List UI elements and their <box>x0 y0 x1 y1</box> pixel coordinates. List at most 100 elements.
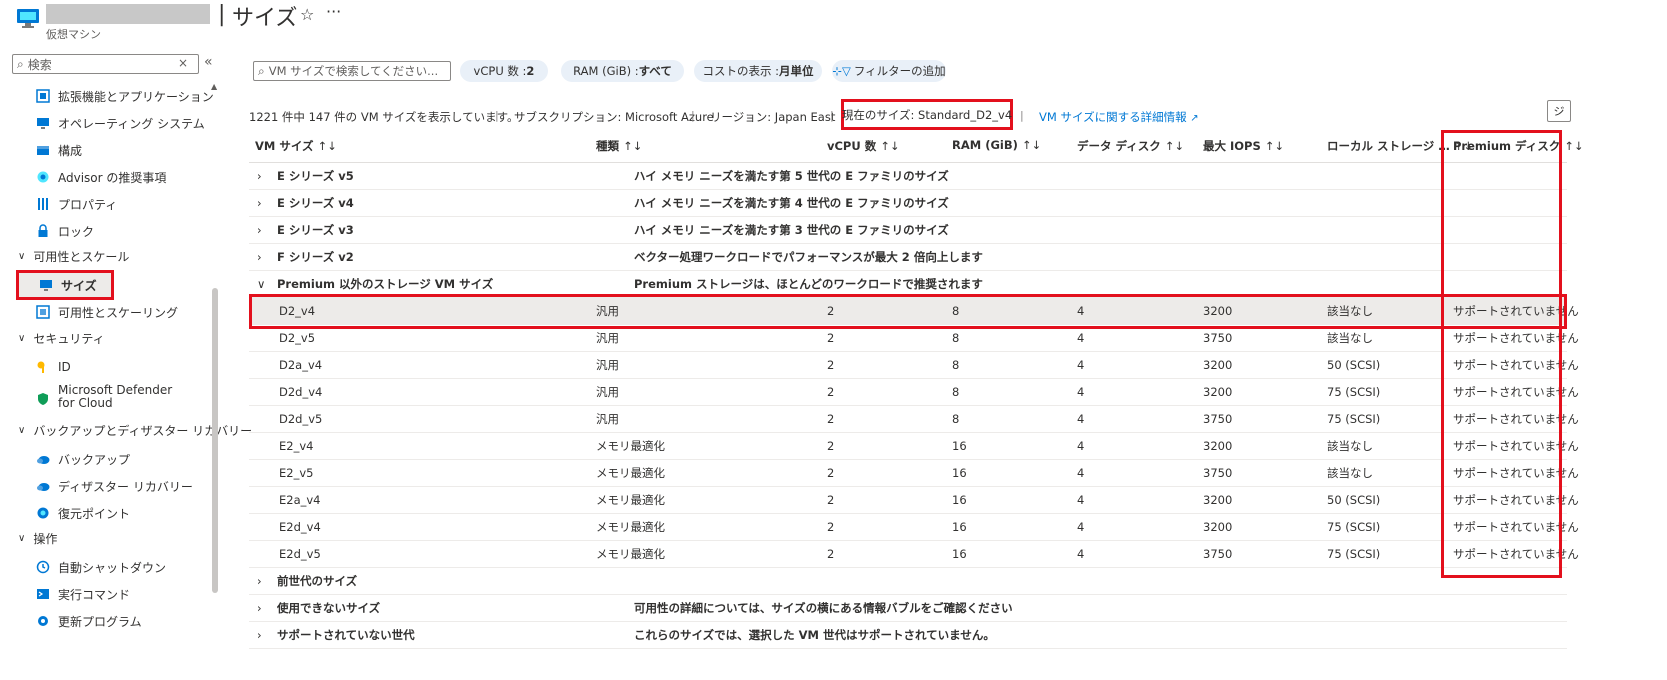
sidebar-item-identity[interactable]: ID <box>36 355 71 379</box>
table-row[interactable]: D2a_v4 汎用 2 8 4 3200 50 (SCSI) サポートされていません <box>249 352 1579 379</box>
info-separator: | <box>1020 109 1024 122</box>
column-header-label: ローカル ストレージ … <box>1327 139 1450 153</box>
add-filter-button[interactable]: ⊹▽ フィルターの追加 <box>832 60 946 82</box>
local-storage-cell: 該当なし <box>1327 466 1373 480</box>
col-max-iops-header[interactable]: 最大 IOPS ↑↓ <box>1203 138 1284 154</box>
table-row[interactable]: E2a_v4 メモリ最適化 2 16 4 3200 50 (SCSI) サポートされていません <box>249 487 1579 514</box>
sidebar-group-label: 操作 <box>33 531 58 546</box>
sort-icon[interactable]: ↑↓ <box>1265 139 1284 153</box>
corner-button[interactable]: ジ <box>1547 100 1571 122</box>
table-row[interactable]: E2d_v5 メモリ最適化 2 16 4 3750 75 (SCSI) サポートされていません <box>249 541 1579 568</box>
data-disks-cell: 4 <box>1077 385 1085 399</box>
sidebar-item-config[interactable]: 構成 <box>36 138 82 162</box>
data-disks-cell: 4 <box>1077 547 1085 561</box>
col-type-header[interactable]: 種類 ↑↓ <box>596 138 642 154</box>
group-row[interactable]: › 前世代のサイズ <box>249 568 1567 595</box>
sidebar-item-advisor[interactable]: Advisor の推奨事項 <box>36 165 166 189</box>
sidebar-search-input[interactable]: ⌕ 検索 <box>12 54 199 74</box>
type-cell: 汎用 <box>596 385 619 399</box>
ram-cell: 8 <box>952 412 960 426</box>
table-row[interactable]: D2d_v4 汎用 2 8 4 3200 75 (SCSI) サポートされていません <box>249 379 1579 406</box>
group-row[interactable]: › E シリーズ v3 ハイ メモリ ニーズを満たす第 3 世代の E ファミリのサ… <box>249 217 1567 244</box>
chevron-right-icon[interactable]: › <box>257 190 262 217</box>
sort-icon[interactable]: ↑↓ <box>1022 138 1041 152</box>
group-row[interactable]: › E シリーズ v4 ハイ メモリ ニーズを満たす第 4 世代の E ファミリのサ… <box>249 190 1567 217</box>
chevron-down-icon: ∨ <box>18 250 26 262</box>
sort-icon[interactable]: ↑↓ <box>1165 139 1184 153</box>
table-row[interactable]: E2_v5 メモリ最適化 2 16 4 3750 該当なし サポートされていません <box>249 460 1579 487</box>
sidebar-item-os[interactable]: オペレーティング システム <box>36 111 205 135</box>
external-link-icon: ↗ <box>1190 113 1199 124</box>
sort-icon[interactable]: ↑↓ <box>880 139 899 153</box>
sidebar-item-restore[interactable]: 復元ポイント <box>36 501 130 525</box>
sidebar-group-security[interactable]: ∨ セキュリティ <box>18 328 105 348</box>
vm-size-cell: E2a_v4 <box>279 493 321 507</box>
sort-icon[interactable]: ↑↓ <box>318 139 337 153</box>
sidebar-item-runcommand[interactable]: 実行コマンド <box>36 582 130 606</box>
data-disks-cell: 4 <box>1077 493 1085 507</box>
sidebar-group-operations[interactable]: ∨ 操作 <box>18 528 57 548</box>
max-iops-cell: 3200 <box>1203 385 1233 399</box>
sidebar-item-properties[interactable]: プロパティ <box>36 192 117 216</box>
more-icon[interactable]: ··· <box>326 2 341 21</box>
star-icon[interactable]: ☆ <box>300 5 314 24</box>
scroll-up-icon[interactable]: ▲ <box>211 82 217 91</box>
col-vm-size-header[interactable]: VM サイズ ↑↓ <box>255 138 337 154</box>
type-cell: メモリ最適化 <box>596 520 665 534</box>
group-row[interactable]: › 使用できないサイズ 可用性の詳細については、サイズの横にある情報バブルをご確認く… <box>249 595 1567 622</box>
extensions-icon <box>36 89 50 103</box>
group-description: ベクター処理ワークロードでパフォーマンスが最大 2 倍向上します <box>634 250 983 264</box>
clear-icon[interactable]: × <box>178 56 188 70</box>
table-row[interactable]: D2_v5 汎用 2 8 4 3750 該当なし サポートされていません <box>249 325 1579 352</box>
chevron-right-icon[interactable]: › <box>257 595 262 622</box>
sidebar-item-autoshutdown[interactable]: 自動シャットダウン <box>36 555 166 579</box>
group-row[interactable]: › サポートされていない世代 これらのサイズでは、選択した VM 世代はサポートされ… <box>249 622 1567 649</box>
sidebar-item-dr[interactable]: ディザスター リカバリー <box>36 474 193 498</box>
chevron-right-icon[interactable]: › <box>257 568 262 595</box>
sort-icon[interactable]: ↑↓ <box>623 139 642 153</box>
sidebar-group-label: セキュリティ <box>33 331 105 346</box>
chevron-right-icon[interactable]: › <box>257 622 262 649</box>
local-storage-cell: 50 (SCSI) <box>1327 358 1381 372</box>
group-description: ハイ メモリ ニーズを満たす第 5 世代の E ファミリのサイズ <box>634 169 949 183</box>
collapse-sidebar-icon[interactable]: « <box>204 54 213 70</box>
ram-filter-pill[interactable]: RAM (GiB) : すべて <box>561 60 684 82</box>
col-data-disks-header[interactable]: データ ディスク ↑↓ <box>1077 138 1184 154</box>
region-label: リージョン: Japan East <box>710 110 836 124</box>
sidebar-item-availability[interactable]: 可用性とスケーリング <box>36 300 178 324</box>
vm-size-details-link[interactable]: VM サイズに関する詳細情報 ↗ <box>1039 109 1199 125</box>
group-row[interactable]: › E シリーズ v5 ハイ メモリ ニーズを満たす第 5 世代の E ファミリのサ… <box>249 163 1567 190</box>
table-row[interactable]: E2_v4 メモリ最適化 2 16 4 3200 該当なし サポートされていません <box>249 433 1579 460</box>
max-iops-cell: 3750 <box>1203 466 1233 480</box>
ram-cell: 8 <box>952 331 960 345</box>
vcpu-cell: 2 <box>827 466 835 480</box>
sidebar-item-updates[interactable]: 更新プログラム <box>36 609 142 633</box>
run-command-icon <box>36 587 50 601</box>
cost-display-pill[interactable]: コストの表示 : 月単位 <box>694 60 822 82</box>
sidebar-item-backup[interactable]: バックアップ <box>36 447 130 471</box>
chevron-right-icon[interactable]: › <box>257 163 262 190</box>
chevron-right-icon[interactable]: › <box>257 244 262 271</box>
type-cell: メモリ最適化 <box>596 547 665 561</box>
col-ram-header[interactable]: RAM (GiB) ↑↓ <box>952 138 1041 152</box>
local-storage-cell: 該当なし <box>1327 331 1373 345</box>
col-vcpu-header[interactable]: vCPU 数 ↑↓ <box>827 138 900 154</box>
data-disks-cell: 4 <box>1077 466 1085 480</box>
group-row[interactable]: › F シリーズ v2 ベクター処理ワークロードでパフォーマンスが最大 2 倍向上し… <box>249 244 1567 271</box>
sidebar-item-locks[interactable]: ロック <box>36 219 94 243</box>
local-storage-cell: 75 (SCSI) <box>1327 547 1381 561</box>
vm-size-search-input[interactable]: ⌕ VM サイズで検索してください... <box>253 61 451 81</box>
group-description: ハイ メモリ ニーズを満たす第 4 世代の E ファミリのサイズ <box>634 196 949 210</box>
chevron-right-icon[interactable]: › <box>257 217 262 244</box>
sidebar-scrollbar-thumb[interactable] <box>212 288 218 593</box>
sidebar-item-defender[interactable]: Microsoft Defender for Cloud <box>36 384 172 414</box>
sidebar-item-sizes[interactable]: サイズ <box>16 270 114 300</box>
table-row[interactable]: E2d_v4 メモリ最適化 2 16 4 3200 75 (SCSI) サポートされていません <box>249 514 1579 541</box>
sort-icon[interactable]: ↑↓ <box>1564 139 1583 153</box>
result-count: 1221 件中 147 件の VM サイズを表示しています。 <box>249 110 519 124</box>
ram-cell: 8 <box>952 385 960 399</box>
table-row[interactable]: D2d_v5 汎用 2 8 4 3750 75 (SCSI) サポートされていません <box>249 406 1579 433</box>
sidebar-item-extensions[interactable]: 拡張機能とアプリケーション <box>36 84 214 108</box>
sidebar-group-availability-scale[interactable]: ∨ 可用性とスケール <box>18 246 129 266</box>
vcpu-filter-pill[interactable]: vCPU 数 : 2 <box>460 60 548 82</box>
